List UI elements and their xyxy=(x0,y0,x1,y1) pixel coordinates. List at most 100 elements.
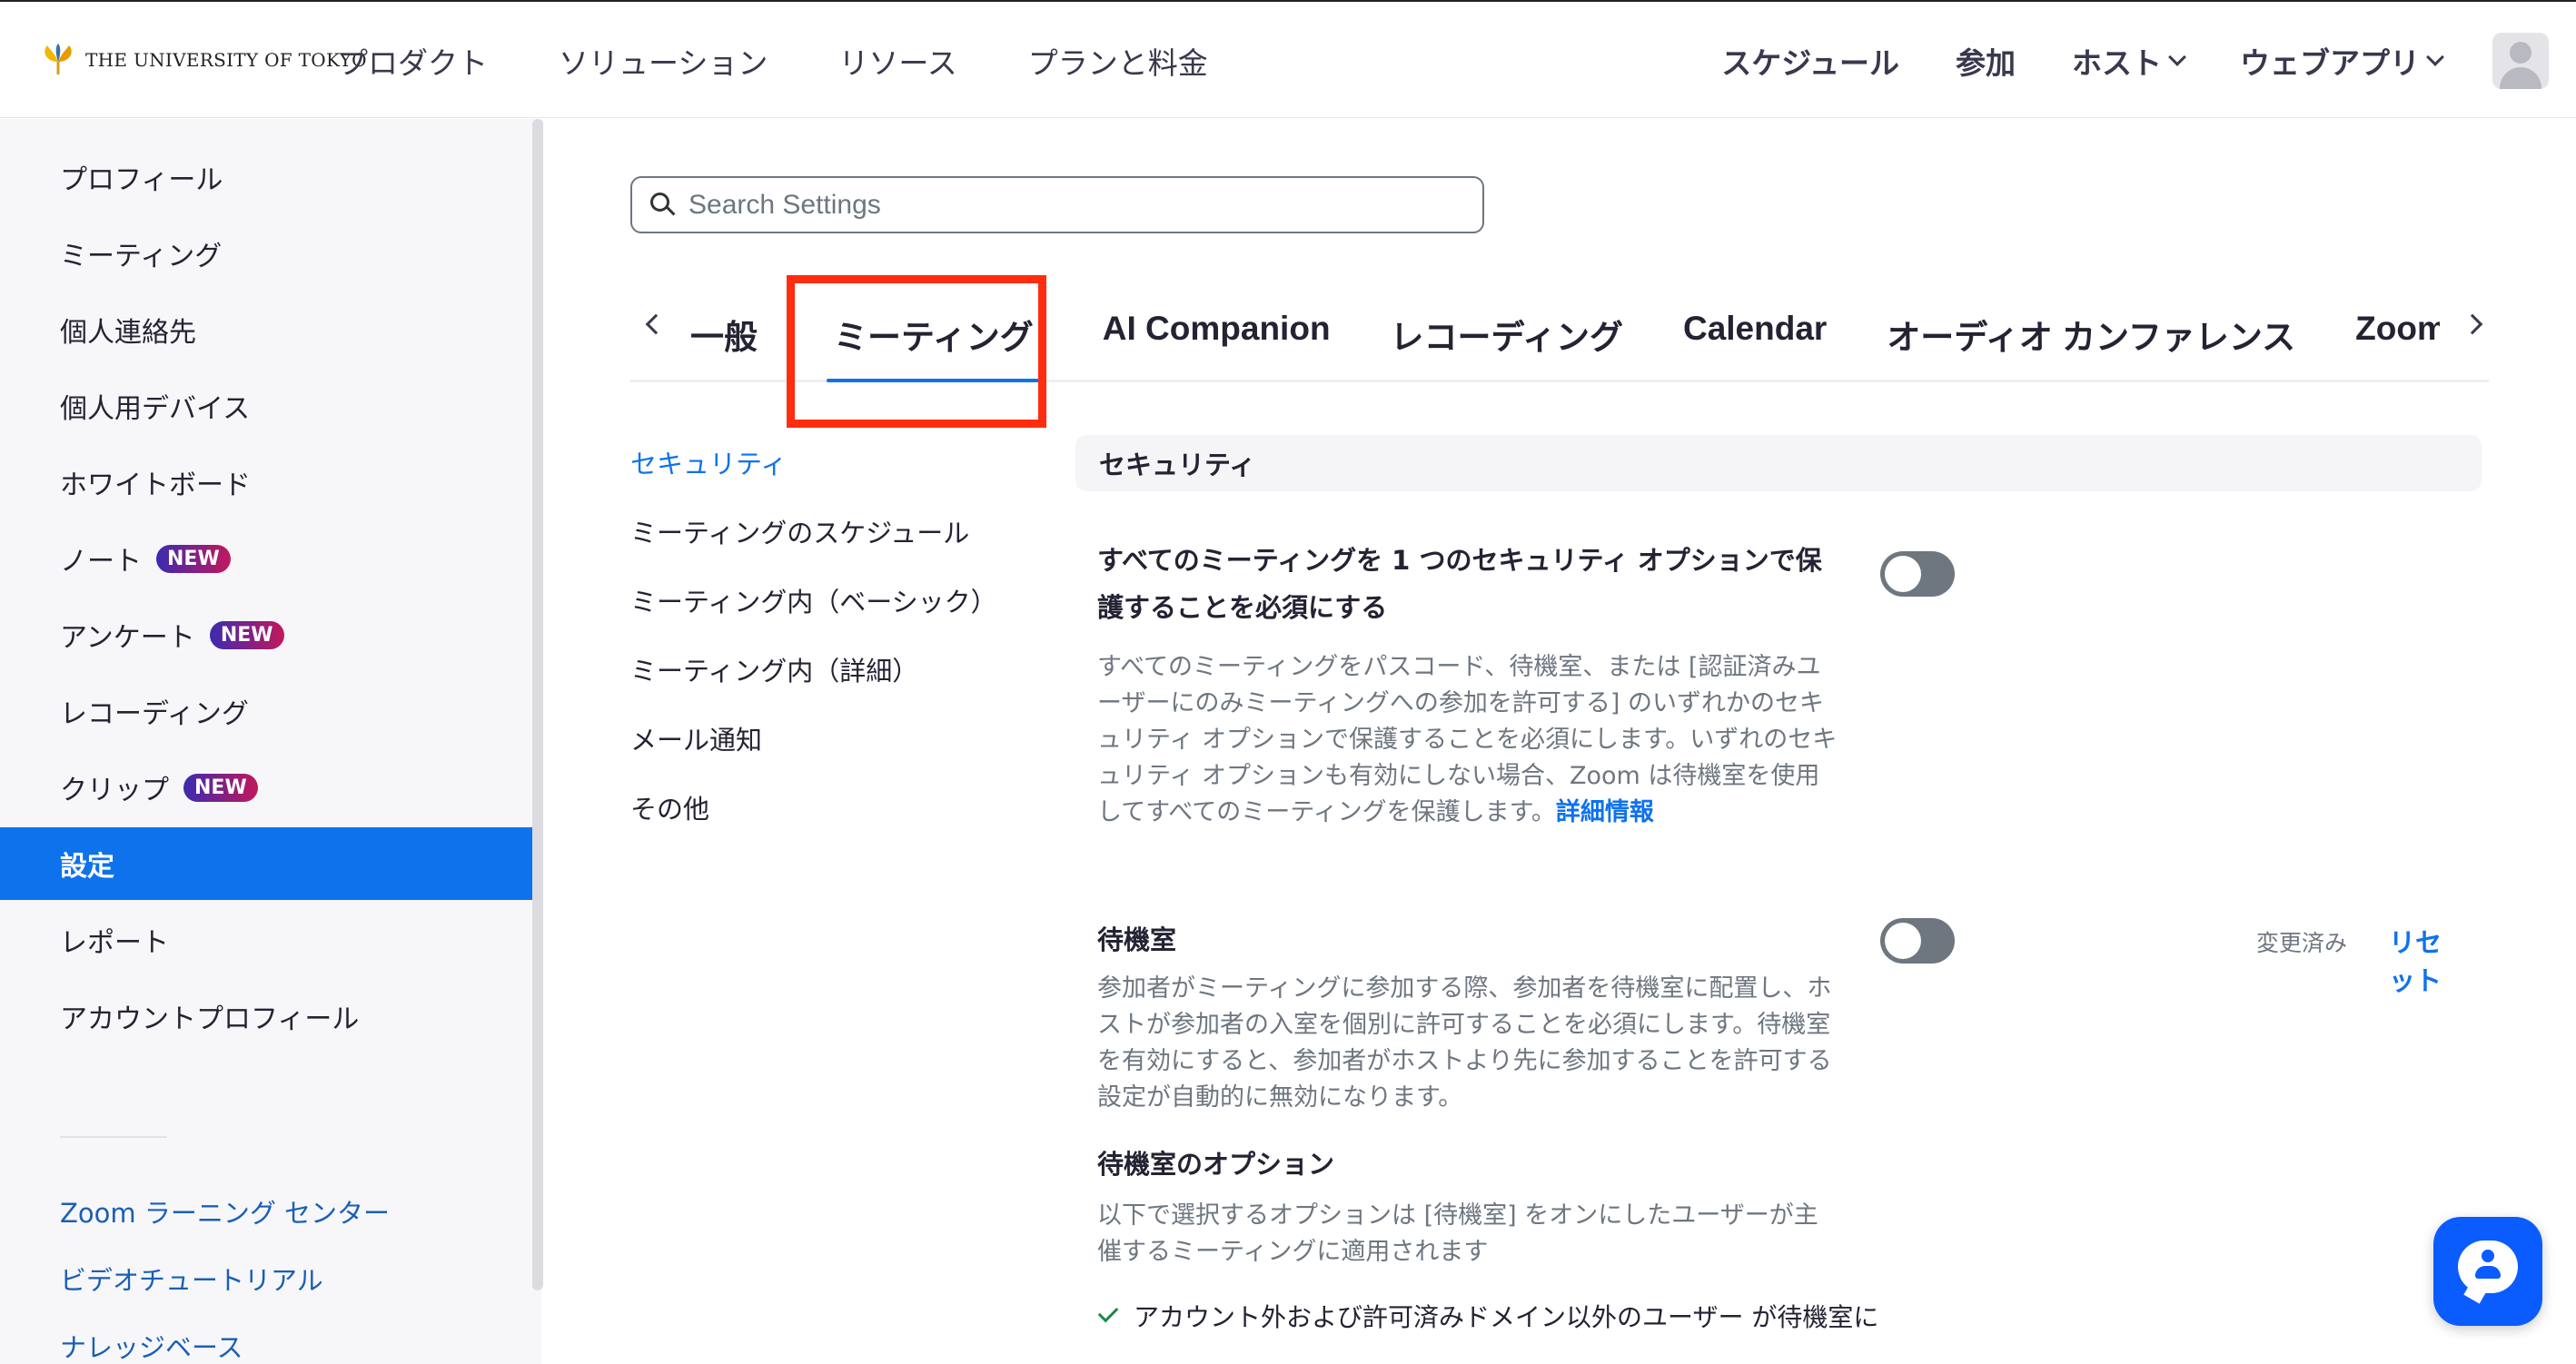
search-input[interactable] xyxy=(689,189,1461,221)
waiting-room-option-row: アカウント外および許可済みドメイン以外のユーザー が待機室に xyxy=(1097,1298,2460,1334)
sidebar-item-label: レポート xyxy=(60,927,169,959)
primary-nav: プロダクト ソリューション リソース プランと料金 xyxy=(338,2,1279,120)
nav-schedule-label: スケジュール xyxy=(1721,45,1899,81)
sidebar-item-meetings[interactable]: ミーティング xyxy=(0,217,532,290)
new-badge: NEW xyxy=(156,544,231,573)
top-nav-bar: THE UNIVERSITY OF TOKYO プロダクト ソリューション リソ… xyxy=(0,0,2576,118)
sidebar-item-label: 個人連絡先 xyxy=(60,317,196,349)
waiting-room-toggle[interactable] xyxy=(1880,918,1955,964)
sidebar-item-notes[interactable]: ノート NEW xyxy=(0,522,532,595)
learn-more-link[interactable]: 詳細情報 xyxy=(1556,798,1654,826)
link-learning-center[interactable]: Zoom ラーニング センター xyxy=(60,1178,390,1245)
settings-main: 一般 ミーティング AI Companion レコーディング Calendar … xyxy=(543,119,2576,1364)
tab-zoom-apps[interactable]: Zoom Apps xyxy=(2355,281,2440,382)
sidebar-item-label: ノート xyxy=(60,546,142,578)
sidebar-item-label: ホワイトボード xyxy=(60,469,251,501)
settings-tabs: 一般 ミーティング AI Companion レコーディング Calendar … xyxy=(630,281,2489,382)
sidebar-divider xyxy=(60,1136,167,1138)
search-icon xyxy=(650,192,676,218)
ginkgo-logo-icon xyxy=(45,44,72,74)
setting-waiting-room: 待機室 変更済み リセット 参加者がミーティングに参加する際、参加者を待機室に配… xyxy=(1097,916,2460,1334)
tabs-viewport: 一般 ミーティング AI Companion レコーディング Calendar … xyxy=(690,281,2440,382)
sidebar-item-surveys[interactable]: アンケート NEW xyxy=(0,598,532,671)
sidebar-scrollbar[interactable] xyxy=(532,119,543,1290)
section-nav-schedule-meeting[interactable]: ミーティングのスケジュール xyxy=(630,497,1012,566)
tab-audio-conferencing[interactable]: オーディオ カンファレンス xyxy=(1887,281,2295,382)
sidebar-menu: プロフィール ミーティング 個人連絡先 個人用デバイス ホワイトボード ノート N… xyxy=(0,141,532,1056)
link-knowledge-base[interactable]: ナレッジベース xyxy=(60,1312,390,1364)
chevron-left-icon[interactable] xyxy=(643,313,667,337)
setting-description: 参加者がミーティングに参加する際、参加者を待機室に配置し、ホストが参加者の入室を… xyxy=(1097,974,1832,1112)
nav-plans-pricing[interactable]: プランと料金 xyxy=(1028,39,1208,83)
nav-products[interactable]: プロダクト xyxy=(338,39,488,83)
security-option-toggle[interactable] xyxy=(1880,551,1955,597)
nav-join-label: 参加 xyxy=(1956,45,2016,81)
option-label: アカウント外および許可済みドメイン以外のユーザー が待機室に xyxy=(1134,1302,1879,1332)
sidebar-item-personal-contacts[interactable]: 個人連絡先 xyxy=(0,293,532,366)
nav-schedule[interactable]: スケジュール xyxy=(1721,39,1899,83)
sidebar-item-label: アカウントプロフィール xyxy=(60,1003,360,1035)
sidebar-item-settings[interactable]: 設定 xyxy=(0,827,532,900)
sidebar-item-recordings[interactable]: レコーディング xyxy=(0,675,532,747)
sidebar-item-label: レコーディング xyxy=(60,698,249,730)
university-logo[interactable]: THE UNIVERSITY OF TOKYO xyxy=(40,38,367,82)
tab-ai-companion[interactable]: AI Companion xyxy=(1103,281,1331,382)
sidebar-item-profile[interactable]: プロフィール xyxy=(0,141,532,213)
sidebar-item-label: 設定 xyxy=(60,851,114,883)
section-nav-in-meeting-advanced[interactable]: ミーティング内（詳細） xyxy=(630,635,1012,704)
section-title: セキュリティ xyxy=(1075,435,2482,491)
chevron-down-icon xyxy=(2168,48,2186,66)
setting-description-text: すべてのミーティングをパスコード、待機室、または [認証済みユーザーにのみミーテ… xyxy=(1097,653,1838,826)
nav-web-app-label: ウェブアプリ xyxy=(2240,45,2420,81)
tab-meeting[interactable]: ミーティング xyxy=(817,281,1043,382)
agent-icon xyxy=(2475,1250,2501,1282)
support-chat-button[interactable] xyxy=(2433,1217,2542,1326)
nav-host-dropdown[interactable]: ホスト xyxy=(2072,39,2186,83)
section-nav: セキュリティ ミーティングのスケジュール ミーティング内（ベーシック） ミーティ… xyxy=(630,428,1012,842)
new-badge: NEW xyxy=(209,620,284,649)
nav-resources[interactable]: リソース xyxy=(838,39,956,83)
section-nav-security[interactable]: セキュリティ xyxy=(630,428,1012,497)
waiting-room-options-description: 以下で選択するオプションは [待機室] をオンにしたユーザーが主催するミーティン… xyxy=(1097,1201,1818,1266)
sidebar-item-account-profile[interactable]: アカウントプロフィール xyxy=(0,980,532,1053)
sidebar-item-whiteboards[interactable]: ホワイトボード xyxy=(0,446,532,519)
setting-description: すべてのミーティングをパスコード、待機室、または [認証済みユーザーにのみミーテ… xyxy=(1097,649,1842,831)
left-sidebar: プロフィール ミーティング 個人連絡先 個人用デバイス ホワイトボード ノート N… xyxy=(0,119,541,1364)
secondary-nav: スケジュール 参加 ホスト ウェブアプリ xyxy=(1721,2,2576,120)
sidebar-item-reports[interactable]: レポート xyxy=(0,904,532,976)
settings-content: セキュリティ すべてのミーティングを 1 つのセキュリティ オプションで保護する… xyxy=(1075,435,2482,1332)
toggle-knob xyxy=(1885,556,1921,592)
nav-join[interactable]: 参加 xyxy=(1956,39,2016,83)
checkmark-icon xyxy=(1097,1301,1119,1323)
chevron-right-icon[interactable] xyxy=(2462,313,2489,337)
section-nav-in-meeting-basic[interactable]: ミーティング内（ベーシック） xyxy=(630,566,1012,635)
sidebar-help-links: Zoom ラーニング センター ビデオチュートリアル ナレッジベース xyxy=(60,1178,390,1364)
chevron-down-icon xyxy=(2426,48,2444,66)
reset-link[interactable]: リセット xyxy=(2389,922,2460,998)
section-nav-email-notification[interactable]: メール通知 xyxy=(630,704,1012,773)
toggle-knob xyxy=(1885,923,1921,959)
sidebar-item-label: アンケート xyxy=(60,622,195,654)
setting-title: すべてのミーティングを 1 つのセキュリティ オプションで保護することを必須にす… xyxy=(1097,545,1822,623)
tab-recording[interactable]: レコーディング xyxy=(1391,281,1623,382)
nav-solutions[interactable]: ソリューション xyxy=(559,39,768,83)
sidebar-item-label: ミーティング xyxy=(60,241,223,272)
modified-label: 変更済み xyxy=(2256,930,2348,956)
tab-general[interactable]: 一般 xyxy=(690,281,758,382)
logo-text: THE UNIVERSITY OF TOKYO xyxy=(85,49,367,71)
user-avatar[interactable] xyxy=(2492,33,2549,89)
sidebar-item-personal-devices[interactable]: 個人用デバイス xyxy=(0,370,532,442)
tab-list: 一般 ミーティング AI Companion レコーディング Calendar … xyxy=(690,281,2440,382)
sidebar-item-clips[interactable]: クリップ NEW xyxy=(0,751,532,824)
section-nav-other[interactable]: その他 xyxy=(630,773,1012,842)
nav-host-label: ホスト xyxy=(2072,45,2162,81)
waiting-room-options-title: 待機室のオプション xyxy=(1097,1149,1335,1180)
setting-title: 待機室 xyxy=(1097,924,1177,955)
link-video-tutorials[interactable]: ビデオチュートリアル xyxy=(60,1245,390,1312)
sidebar-item-label: 個人用デバイス xyxy=(60,393,251,425)
search-settings-box[interactable] xyxy=(630,176,1484,233)
tab-calendar[interactable]: Calendar xyxy=(1683,281,1827,382)
sidebar-item-label: クリップ xyxy=(60,775,169,806)
nav-web-app-dropdown[interactable]: ウェブアプリ xyxy=(2240,39,2444,83)
setting-require-security-option: すべてのミーティングを 1 つのセキュリティ オプションで保護することを必須にす… xyxy=(1097,537,2460,831)
